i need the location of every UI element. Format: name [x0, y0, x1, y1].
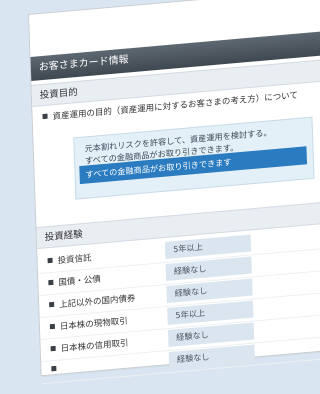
- row-label-text: 日本株の現物取引: [60, 316, 128, 332]
- row-label-text: 投資信託: [57, 253, 91, 266]
- row-label: [51, 364, 61, 375]
- row-value[interactable]: 経験なし: [169, 345, 255, 370]
- bullet-square-icon: [51, 366, 56, 371]
- bullet-square-icon: [49, 302, 54, 307]
- bullet-square-icon: [42, 114, 47, 119]
- row-label-text: 上記以外の国内債券: [59, 294, 136, 311]
- screen-view: お客さまカード情報 投資目的 資産運用の目的（資産運用に対するお客さまの考え方）…: [28, 0, 320, 394]
- row-label: 日本株の信用取引: [50, 336, 128, 355]
- section-title: 投資経験: [45, 229, 83, 243]
- row-label: 投資信託: [47, 251, 91, 267]
- row-label: 国債・公債: [48, 273, 101, 290]
- bullet-square-icon: [48, 280, 53, 285]
- row-label-text: 国債・公債: [58, 275, 101, 289]
- purpose-options-box[interactable]: 元本割れリスクを許容して、資産運用を検討する。 すべての金融商品がお取り引きでき…: [73, 117, 314, 200]
- row-label: 上記以外の国内債券: [49, 292, 136, 312]
- row-label-text: 日本株の信用取引: [61, 338, 129, 354]
- panel-title: お客さまカード情報: [39, 54, 129, 73]
- row-label: 日本株の現物取引: [50, 314, 128, 333]
- bullet-square-icon: [48, 258, 53, 263]
- section-title: 投資目的: [40, 87, 78, 101]
- bullet-square-icon: [50, 324, 55, 329]
- bullet-square-icon: [51, 346, 56, 351]
